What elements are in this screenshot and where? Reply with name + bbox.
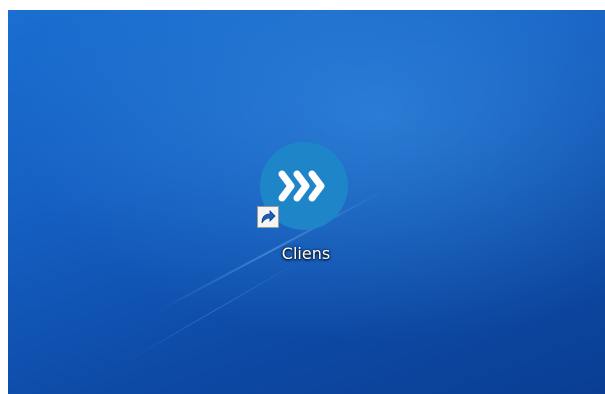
shortcut-arrow-icon bbox=[257, 206, 279, 228]
desktop[interactable]: Cliens bbox=[8, 10, 605, 394]
desktop-icon-label: Cliens bbox=[281, 244, 331, 263]
desktop-shortcut-cliens[interactable]: Cliens bbox=[251, 142, 348, 272]
wallpaper-light-streak bbox=[127, 260, 302, 361]
